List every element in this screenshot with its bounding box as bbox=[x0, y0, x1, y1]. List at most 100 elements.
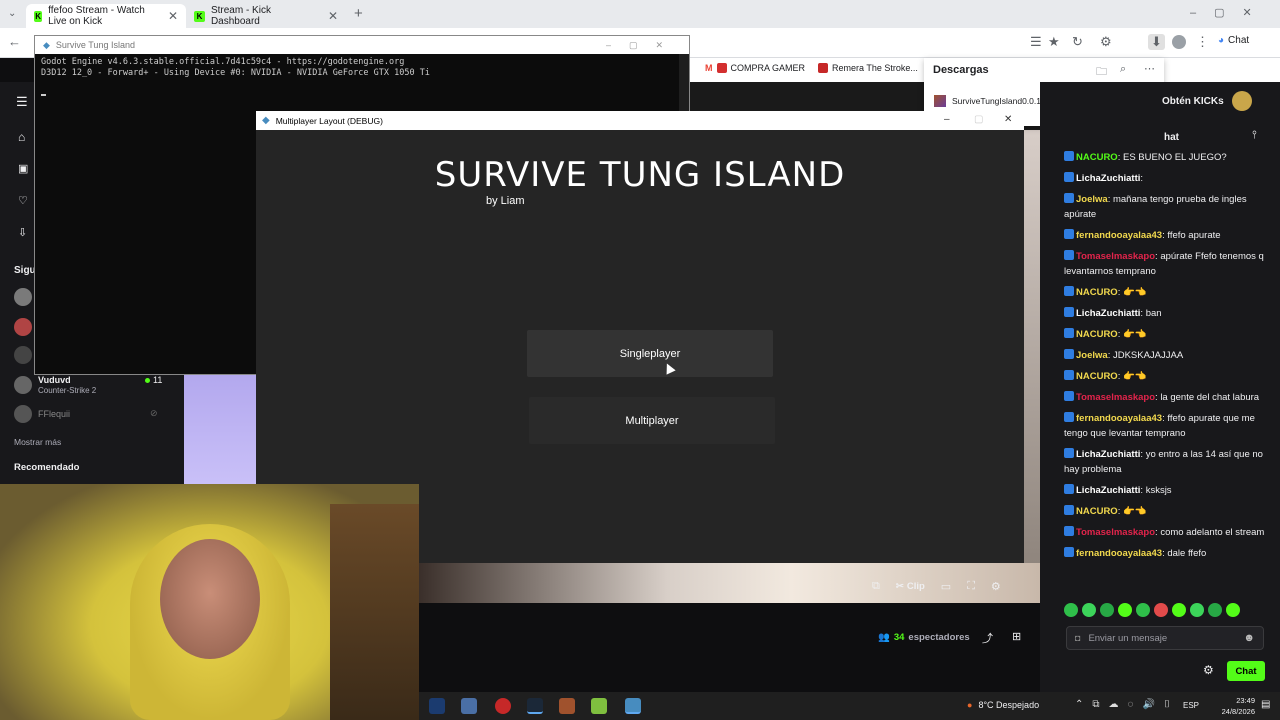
streamer-name[interactable]: Vuduvd bbox=[38, 375, 71, 385]
chat-username[interactable]: Tomaselmaskapo bbox=[1076, 251, 1155, 262]
chat-username[interactable]: Tomaselmaskapo bbox=[1076, 527, 1155, 538]
chat-username[interactable]: LichaZuchiatti bbox=[1076, 308, 1140, 319]
weather-widget[interactable]: ● 8°C Despejado bbox=[967, 700, 1039, 710]
settings-gear-icon[interactable]: ⚙ bbox=[991, 580, 1001, 593]
bookmark-compra-gamer[interactable]: M COMPRA GAMER bbox=[705, 63, 805, 73]
browse-icon[interactable]: ▣ bbox=[18, 162, 28, 175]
obs-icon[interactable] bbox=[495, 698, 511, 714]
chat-text: JDKSKAJAJJAA bbox=[1112, 350, 1184, 361]
reading-mode-icon[interactable]: ☰ bbox=[1030, 34, 1042, 50]
notification-icon[interactable]: ▤ bbox=[1261, 699, 1270, 710]
chat-username[interactable]: NACURO bbox=[1076, 152, 1118, 163]
offline-user-name[interactable]: FFlequii bbox=[38, 409, 70, 419]
console-window-controls[interactable]: –▢✕ bbox=[606, 40, 681, 51]
send-chat-button[interactable]: Chat bbox=[1227, 661, 1265, 681]
singleplayer-button[interactable]: Singleplayer bbox=[527, 330, 773, 377]
download-filename[interactable]: SurviveTungIsland0.0.1.zip bbox=[952, 96, 1054, 106]
emote-icon[interactable] bbox=[1100, 603, 1114, 617]
winrar-icon[interactable] bbox=[559, 698, 575, 714]
minecraft-icon[interactable] bbox=[591, 698, 607, 714]
chat-username[interactable]: fernandooayalaa43 bbox=[1076, 230, 1162, 241]
chat-username[interactable]: LichaZuchiatti bbox=[1076, 449, 1140, 460]
emote-icon[interactable] bbox=[1226, 603, 1240, 617]
steam-icon[interactable] bbox=[527, 698, 543, 714]
back-arrow-icon[interactable]: ← bbox=[8, 34, 21, 49]
chat-input[interactable]: ◘ Enviar un mensaje ☻ bbox=[1066, 626, 1264, 650]
layout-icon[interactable]: ⊞ bbox=[1012, 630, 1021, 643]
get-kicks-button[interactable]: Obtén KICKs bbox=[1162, 96, 1224, 107]
home-icon[interactable]: ⌂ bbox=[18, 130, 25, 144]
tab-list-chevron-icon[interactable]: ⌄ bbox=[8, 8, 16, 19]
profile-avatar[interactable] bbox=[1172, 35, 1186, 49]
language-indicator[interactable]: ESP bbox=[1183, 701, 1199, 710]
fullscreen-icon[interactable]: ⛶ bbox=[967, 580, 975, 593]
clock[interactable]: 23:49 24/8/2026 bbox=[1215, 695, 1255, 717]
close-tab-icon[interactable]: ✕ bbox=[328, 9, 338, 23]
clip-button[interactable]: ✂ Clip bbox=[896, 581, 925, 592]
user-avatar[interactable] bbox=[1232, 91, 1252, 111]
emote-icon[interactable] bbox=[1172, 603, 1186, 617]
chat-users-icon[interactable]: ⫯ bbox=[1252, 129, 1257, 142]
chat-username[interactable]: NACURO bbox=[1076, 329, 1118, 340]
avatar[interactable] bbox=[14, 318, 32, 336]
chat-message: LichaZuchiatti: ban bbox=[1064, 306, 1274, 321]
lightroom-icon[interactable] bbox=[429, 698, 445, 714]
emote-icon[interactable] bbox=[1136, 603, 1150, 617]
emote-icon[interactable] bbox=[1064, 603, 1078, 617]
game-titlebar[interactable]: ◆ Multiplayer Layout (DEBUG) bbox=[256, 111, 1024, 130]
file-manager-icon[interactable] bbox=[461, 698, 477, 714]
tab-kick-dashboard[interactable]: K Stream - Kick Dashboard ✕ bbox=[186, 4, 346, 28]
emoji-picker-icon[interactable]: ☻ bbox=[1243, 632, 1255, 644]
console-titlebar[interactable]: ◆ Survive Tung Island –▢✕ bbox=[35, 36, 689, 54]
dashboard-icon[interactable]: ⇩ bbox=[18, 226, 27, 239]
emote-icon[interactable] bbox=[1118, 603, 1132, 617]
emote-icon[interactable] bbox=[1190, 603, 1204, 617]
chat-username[interactable]: Joelwa bbox=[1076, 350, 1108, 361]
chat-username[interactable]: fernandooayalaa43 bbox=[1076, 413, 1162, 424]
show-more-link[interactable]: Mostrar más bbox=[14, 437, 61, 447]
multiplayer-button[interactable]: Multiplayer bbox=[529, 397, 775, 444]
menu-dots-icon[interactable]: ⋮ bbox=[1196, 34, 1209, 50]
reload-icon[interactable]: ↻ bbox=[1072, 34, 1083, 50]
theater-mode-icon[interactable]: ▭ bbox=[941, 580, 951, 593]
folder-icon[interactable]: 🗀 bbox=[1096, 63, 1107, 82]
avatar[interactable] bbox=[14, 288, 32, 306]
following-heart-icon[interactable]: ♡ bbox=[18, 194, 28, 207]
chat-username[interactable]: NACURO bbox=[1076, 287, 1118, 298]
tab-kick-stream[interactable]: K ffefoo Stream - Watch Live on Kick ✕ bbox=[26, 4, 186, 28]
close-tab-icon[interactable]: ✕ bbox=[168, 9, 178, 23]
chat-settings-icon[interactable]: ⚙ bbox=[1203, 663, 1214, 677]
search-icon[interactable]: ⌕ bbox=[1120, 63, 1126, 76]
more-options-icon[interactable]: ⋯ bbox=[1144, 62, 1155, 75]
chat-username[interactable]: Tomaselmaskapo bbox=[1076, 392, 1155, 403]
avatar[interactable] bbox=[14, 346, 32, 364]
chat-username[interactable]: LichaZuchiatti bbox=[1076, 485, 1140, 496]
bookmark-remera[interactable]: Remera The Stroke... bbox=[818, 63, 918, 73]
emote-icon[interactable] bbox=[1154, 603, 1168, 617]
chat-username[interactable]: fernandooayalaa43 bbox=[1076, 548, 1162, 559]
chat-messages: NACURO: ES BUENO EL JUEGO? LichaZuchiatti… bbox=[1064, 150, 1274, 567]
chat-text: ban bbox=[1145, 308, 1162, 319]
new-tab-plus-icon[interactable]: + bbox=[354, 5, 363, 22]
window-controls[interactable]: –▢✕ bbox=[1190, 6, 1270, 19]
hamburger-menu-icon[interactable]: ☰ bbox=[16, 94, 28, 110]
avatar[interactable] bbox=[14, 405, 32, 423]
pip-icon[interactable]: ⧉ bbox=[872, 580, 880, 593]
chat-username[interactable]: LichaZuchiatti bbox=[1076, 173, 1140, 184]
system-tray-icons[interactable]: ⌃⧉☁◌🔊⌷ bbox=[1075, 699, 1179, 710]
download-icon[interactable]: ⬇ bbox=[1148, 34, 1165, 50]
emote-icon[interactable] bbox=[1208, 603, 1222, 617]
chat-username[interactable]: NACURO bbox=[1076, 371, 1118, 382]
chat-username[interactable]: NACURO bbox=[1076, 506, 1118, 517]
avatar[interactable] bbox=[14, 376, 32, 394]
bookmark-star-icon[interactable]: ★ bbox=[1048, 34, 1060, 50]
extensions-icon[interactable]: ⚙ bbox=[1100, 34, 1112, 50]
minimize-icon[interactable]: – bbox=[944, 114, 950, 125]
godot-taskbar-icon[interactable] bbox=[625, 698, 641, 714]
close-icon[interactable]: ✕ bbox=[1004, 114, 1012, 125]
emote-icon[interactable] bbox=[1082, 603, 1096, 617]
maximize-icon[interactable]: ▢ bbox=[974, 114, 983, 125]
share-icon[interactable]: ⤴ bbox=[982, 630, 993, 646]
chat-username[interactable]: Joelwa bbox=[1076, 194, 1108, 205]
copilot-chat-chip[interactable]: ◕ Chat bbox=[1218, 35, 1249, 46]
